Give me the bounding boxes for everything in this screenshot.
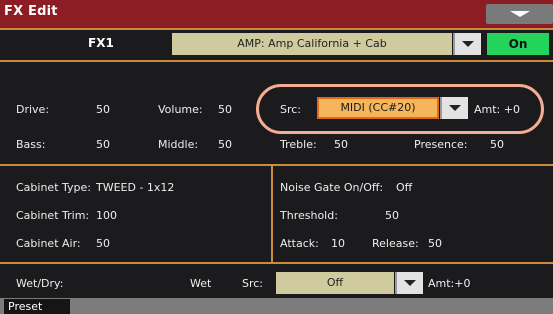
src-dropdown-button[interactable]	[440, 97, 468, 119]
middle-value[interactable]: 50	[218, 138, 232, 151]
tab-preset[interactable]: Preset	[4, 299, 70, 314]
divider	[0, 28, 553, 30]
middle-label: Middle:	[158, 138, 199, 151]
volume-value[interactable]: 50	[218, 103, 232, 116]
src-select[interactable]: MIDI (CC#20)	[317, 97, 439, 119]
noise-gate-value[interactable]: Off	[396, 181, 412, 194]
chevron-down-icon	[510, 11, 530, 17]
fx-on-button[interactable]: On	[487, 33, 549, 55]
attack-value[interactable]: 10	[331, 237, 345, 250]
cabinet-type-label: Cabinet Type:	[16, 181, 91, 194]
treble-value[interactable]: 50	[334, 138, 348, 151]
treble-label: Treble:	[280, 138, 317, 151]
divider	[0, 60, 553, 62]
amp-model-select[interactable]: AMP: Amp California + Cab	[172, 33, 452, 55]
cabinet-type-value[interactable]: TWEED - 1x12	[96, 181, 174, 194]
fx-header: FX1 AMP: Amp California + Cab On	[0, 30, 553, 60]
cabinet-trim-value[interactable]: 100	[96, 209, 117, 222]
divider	[0, 164, 553, 166]
release-value[interactable]: 50	[428, 237, 442, 250]
page-title: FX Edit	[4, 4, 58, 19]
fx-slot-label: FX1	[88, 36, 114, 50]
cabinet-air-label: Cabinet Air:	[16, 237, 81, 250]
tab-strip	[0, 298, 553, 314]
threshold-label: Threshold:	[280, 209, 338, 222]
chevron-down-icon	[449, 105, 461, 111]
wetdry-src-label: Src:	[242, 277, 264, 290]
fx-edit-window: FX Edit FX1 AMP: Amp California + Cab On…	[0, 0, 553, 314]
drive-value[interactable]: 50	[96, 103, 110, 116]
src-label: Src:	[280, 103, 302, 116]
wetdry-amt-value[interactable]: Amt:+0	[428, 277, 470, 290]
page-menu-button[interactable]	[486, 4, 553, 24]
cabinet-air-value[interactable]: 50	[96, 237, 110, 250]
cabinet-trim-label: Cabinet Trim:	[16, 209, 90, 222]
threshold-value[interactable]: 50	[385, 209, 399, 222]
wetdry-label: Wet/Dry:	[16, 277, 64, 290]
drive-label: Drive:	[16, 103, 50, 116]
presence-label: Presence:	[414, 138, 468, 151]
bass-value[interactable]: 50	[96, 138, 110, 151]
chevron-down-icon	[462, 41, 474, 47]
divider	[0, 262, 553, 264]
presence-value[interactable]: 50	[490, 138, 504, 151]
amp-model-dropdown-button[interactable]	[453, 33, 481, 55]
release-label: Release:	[372, 237, 419, 250]
attack-label: Attack:	[280, 237, 319, 250]
wetdry-src-select[interactable]: Off	[276, 272, 394, 294]
amt-value[interactable]: Amt: +0	[474, 103, 520, 116]
bass-label: Bass:	[16, 138, 46, 151]
noise-gate-label: Noise Gate On/Off:	[280, 181, 384, 194]
divider	[271, 166, 273, 262]
wetdry-src-dropdown-button[interactable]	[395, 272, 423, 294]
chevron-down-icon	[404, 280, 416, 286]
title-bar: FX Edit	[0, 0, 553, 28]
wetdry-value[interactable]: Wet	[190, 277, 211, 290]
volume-label: Volume:	[158, 103, 203, 116]
